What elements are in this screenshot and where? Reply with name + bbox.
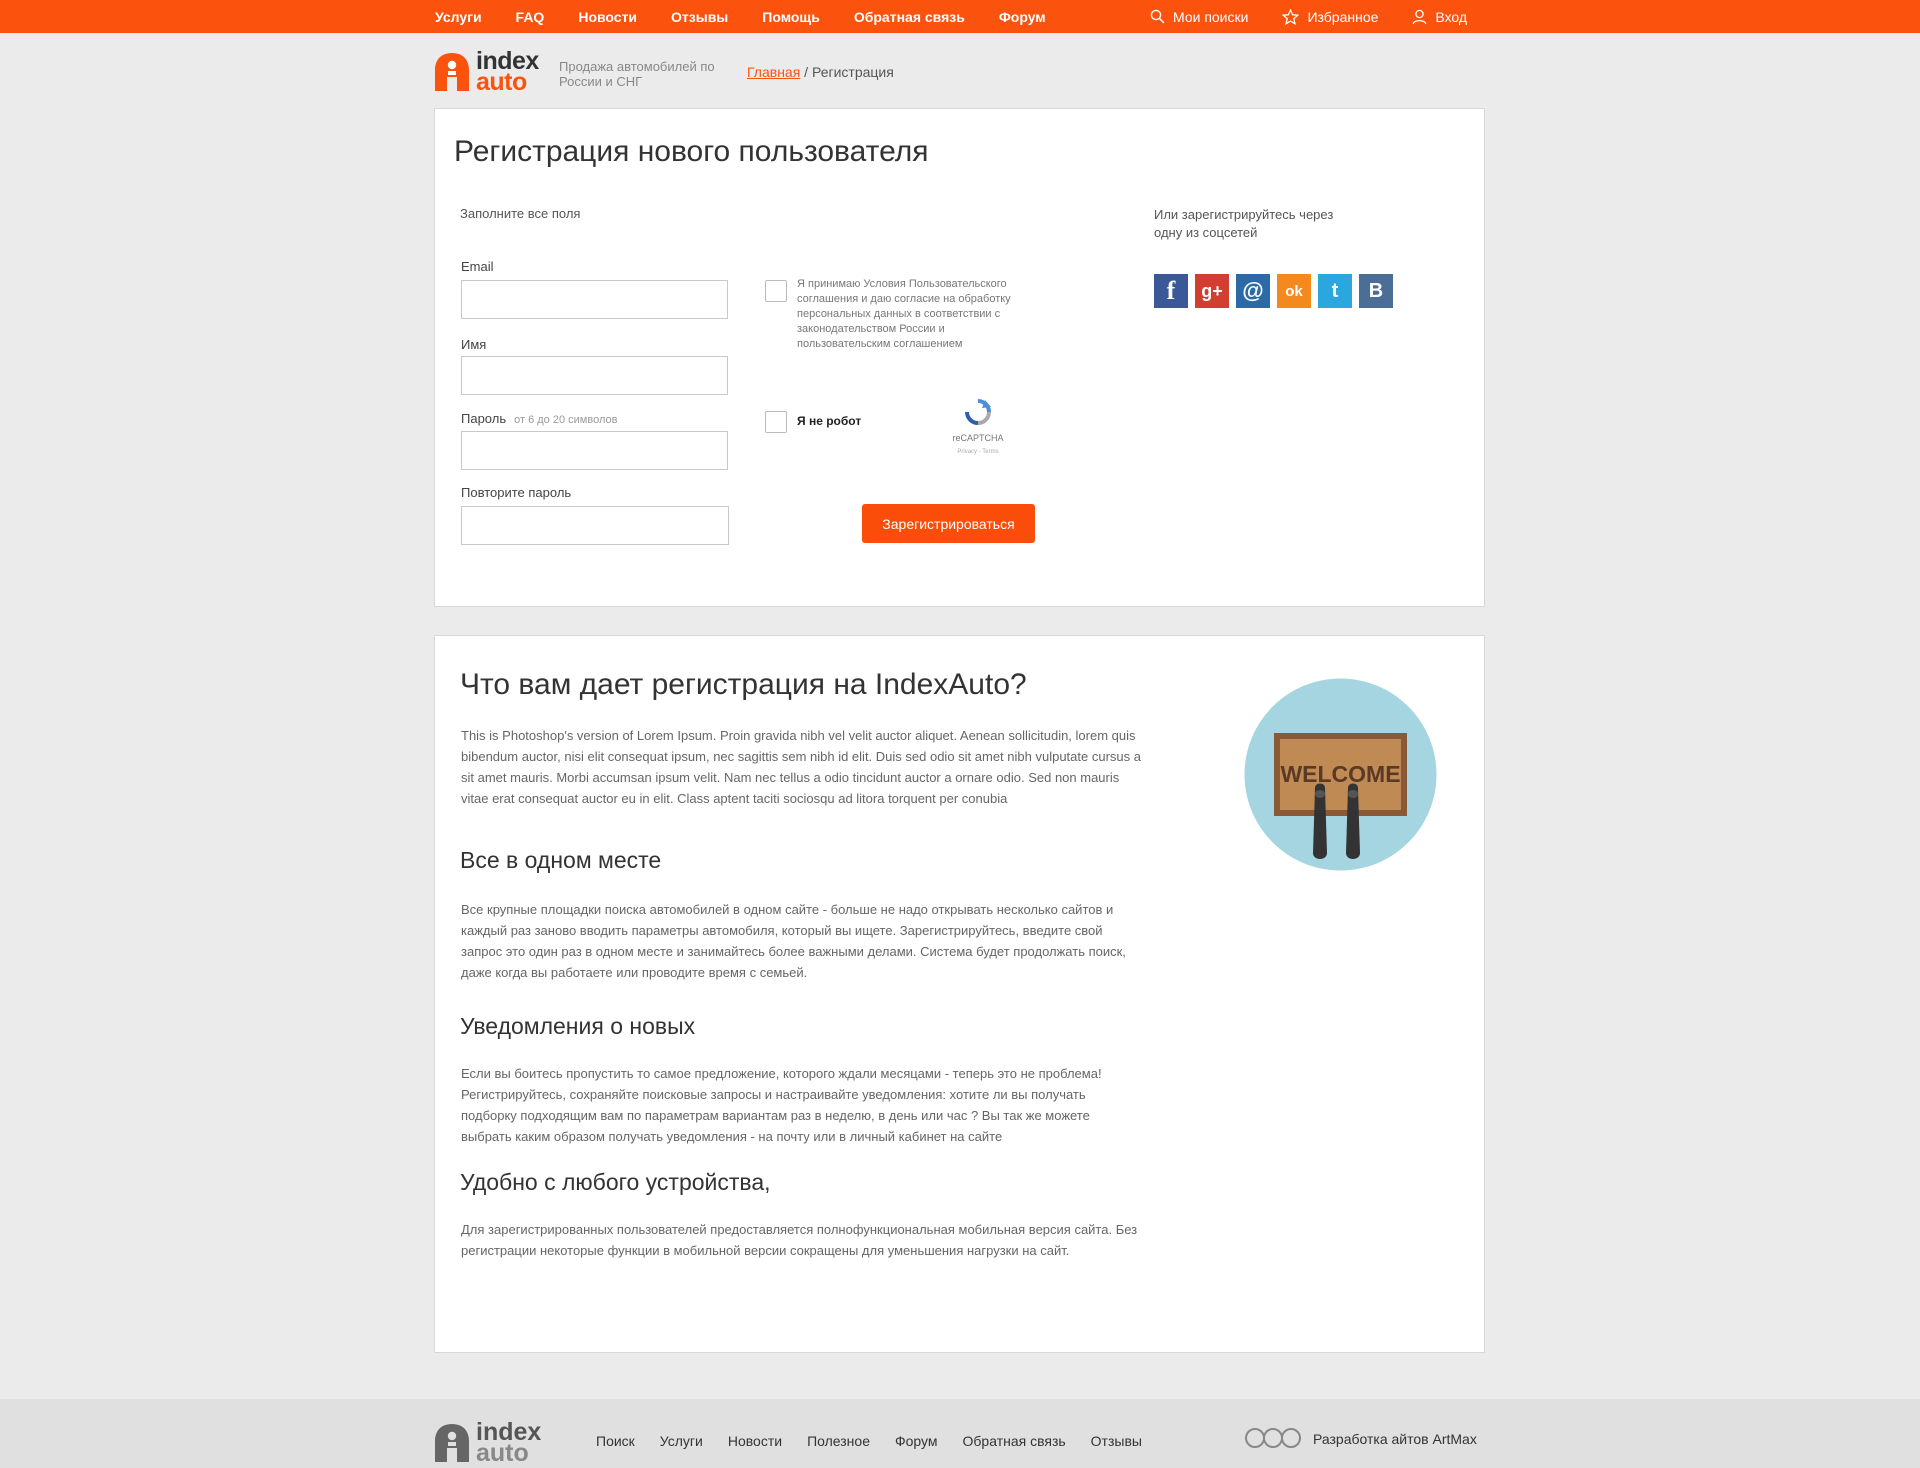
footer-nav-feedback[interactable]: Обратная связь [963,1433,1066,1449]
section-heading-any-device: Удобно с любого устройства, [460,1169,771,1195]
user-nav: Мои поиски Избранное Вход [1150,0,1501,33]
site-logo[interactable]: index auto [434,48,539,96]
breadcrumb-separator: / [800,64,812,80]
vkontakte-icon[interactable]: B [1359,274,1393,308]
agreement-checkbox[interactable] [765,280,787,302]
footer-nav: Поиск Услуги Новости Полезное Форум Обра… [596,1433,1167,1449]
section-heading-notifications: Уведомления о новых [460,1013,696,1039]
benefits-card: Что вам дает регистрация на IndexAuto? T… [434,635,1485,1353]
footer-nav-services[interactable]: Услуги [660,1433,703,1449]
breadcrumb: Главная / Регистрация [747,64,894,80]
password-label-row: Пароль от 6 до 20 символов [461,411,617,426]
user-icon [1412,9,1427,24]
login-label: Вход [1435,8,1468,25]
footer-nav-forum[interactable]: Форум [895,1433,938,1449]
login-link[interactable]: Вход [1412,9,1467,25]
social-buttons: f g+ @ ok t B [1154,274,1400,308]
logo-mark-icon [435,53,469,91]
nav-news[interactable]: Новости [578,9,637,25]
nav-faq[interactable]: FAQ [516,9,545,25]
section-text-all-in-one: Все крупные площадки поиска автомобилей … [461,902,1126,980]
name-label: Имя [461,337,487,352]
twitter-icon[interactable]: t [1318,274,1352,308]
social-register-title: Или зарегистрируйтесь через одну из соцс… [1154,207,1334,240]
captcha-label: Я не робот [797,414,862,428]
favorites-link[interactable]: Избранное [1282,8,1379,25]
google-plus-icon[interactable]: g+ [1195,274,1229,308]
my-searches-link[interactable]: Мои поиски [1150,9,1248,25]
main-nav: Услуги FAQ Новости Отзывы Помощь Обратна… [435,0,1080,33]
favorites-label: Избранное [1307,8,1379,25]
footer-nav-search[interactable]: Поиск [596,1433,635,1449]
developer-credit[interactable]: Разработка айтов ArtMax [1243,1425,1477,1453]
benefits-intro: This is Photoshop's version of Lorem Ips… [461,728,1141,806]
my-searches-label: Мои поиски [1173,8,1249,25]
footer-logo-word-auto: auto [476,1439,529,1467]
section-heading-all-in-one: Все в одном месте [460,847,662,873]
nav-services[interactable]: Услуги [435,9,482,25]
recaptcha-links[interactable]: Privacy - Terms [948,449,1008,455]
footer-logo-mark-icon [435,1424,469,1462]
repeat-password-label: Повторите пароль [461,485,572,500]
mail-glyph: @ [1242,278,1264,303]
agreement-text: Я принимаю Условия Пользовательского сог… [797,278,1011,350]
benefits-title: Что вам дает регистрация на IndexAuto? [460,668,1027,701]
password-label: Пароль [461,411,507,426]
google-plus-glyph: g+ [1201,280,1223,301]
section-text-notifications: Если вы боитесь пропустить то самое пред… [461,1066,1102,1144]
footer-nav-useful[interactable]: Полезное [807,1433,870,1449]
fill-all-hint: Заполните все поля [460,206,581,221]
nav-feedback[interactable]: Обратная связь [854,9,965,25]
repeat-password-field[interactable] [461,506,729,545]
welcome-mat-illustration: WELCOME [1244,678,1437,871]
breadcrumb-home[interactable]: Главная [747,64,800,80]
section-text-any-device: Для зарегистрированных пользователей пре… [461,1222,1138,1258]
recaptcha-icon [965,399,991,425]
nav-reviews[interactable]: Отзывы [671,9,728,25]
breadcrumb-current: Регистрация [811,64,894,80]
footer-nav-news[interactable]: Новости [728,1433,782,1449]
register-button[interactable]: Зарегистрироваться [862,504,1035,543]
email-label: Email [461,259,494,274]
mail-icon[interactable]: @ [1236,274,1270,308]
registration-card: Регистрация нового пользователя Заполнит… [434,108,1485,607]
star-icon [1282,8,1300,25]
artmax-logo-icon [1245,1428,1301,1448]
logo-word-auto: auto [476,68,527,96]
facebook-icon[interactable]: f [1154,274,1188,308]
nav-forum[interactable]: Форум [999,9,1046,25]
recaptcha-badge[interactable]: reCAPTCHA Privacy - Terms [948,398,1008,455]
footer: index auto Поиск Услуги Новости Полезное… [0,1399,1920,1468]
footer-logo[interactable]: index auto [434,1419,541,1467]
top-navigation-bar: Услуги FAQ Новости Отзывы Помощь Обратна… [0,0,1920,33]
search-icon [1150,9,1165,24]
page-title: Регистрация нового пользователя [454,135,929,168]
welcome-text: WELCOME [1280,761,1400,787]
nav-help[interactable]: Помощь [762,9,820,25]
email-field[interactable] [461,280,728,319]
name-field[interactable] [461,356,728,395]
site-tagline: Продажа автомобилей по России и СНГ [559,59,715,89]
twitter-glyph: t [1331,279,1339,302]
odnoklassniki-icon[interactable]: ok [1277,274,1311,308]
footer-nav-reviews[interactable]: Отзывы [1091,1433,1142,1449]
password-field[interactable] [461,431,728,470]
vkontakte-glyph: B [1368,279,1384,302]
password-hint: от 6 до 20 символов [514,414,618,426]
odnoklassniki-glyph: ok [1285,282,1303,300]
facebook-glyph: f [1166,276,1176,305]
developer-credit-text: Разработка айтов ArtMax [1313,1431,1477,1447]
recaptcha-brand: reCAPTCHA [952,433,1004,443]
captcha-checkbox[interactable] [765,411,787,433]
